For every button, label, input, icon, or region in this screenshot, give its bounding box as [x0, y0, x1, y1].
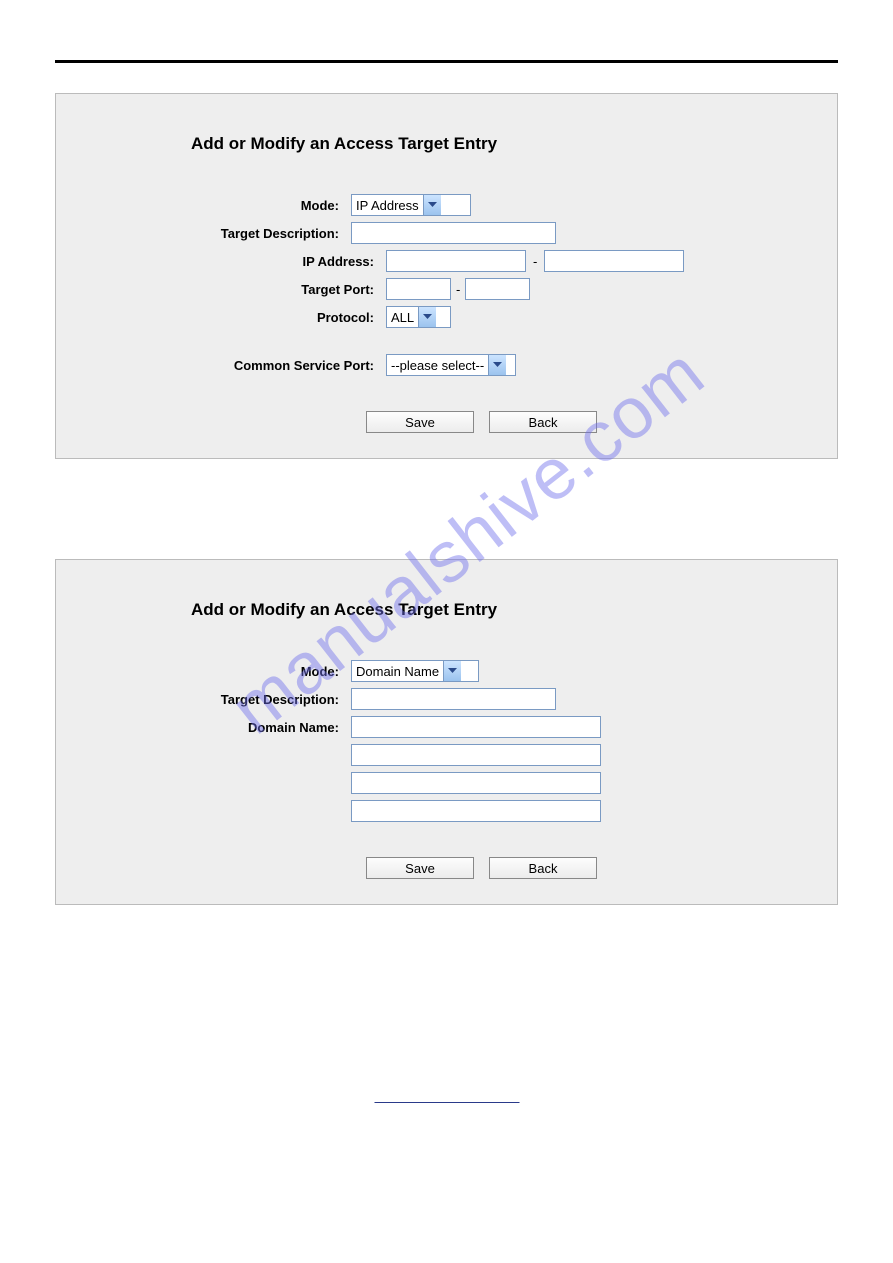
row-target-description: Target Description: — [86, 688, 807, 710]
chevron-down-icon — [443, 661, 461, 681]
mode-select-value: IP Address — [356, 198, 423, 213]
ip-address-label: IP Address: — [86, 254, 386, 269]
row-domain-name: Domain Name: — [86, 716, 807, 738]
mode-label: Mode: — [86, 198, 351, 213]
common-service-port-label: Common Service Port: — [86, 358, 386, 373]
target-description-input[interactable] — [351, 688, 556, 710]
button-row: Save Back — [366, 857, 807, 879]
protocol-label: Protocol: — [86, 310, 386, 325]
row-common-service-port: Common Service Port: --please select-- — [86, 354, 807, 376]
domain-name-input-2[interactable] — [351, 744, 601, 766]
target-description-label: Target Description: — [86, 692, 351, 707]
ip-address-to-input[interactable] — [544, 250, 684, 272]
target-port-from-input[interactable] — [386, 278, 451, 300]
domain-name-input-1[interactable] — [351, 716, 601, 738]
top-rule — [55, 60, 838, 63]
protocol-select-value: ALL — [391, 310, 418, 325]
panel-title: Add or Modify an Access Target Entry — [191, 134, 807, 154]
row-mode: Mode: IP Address — [86, 194, 807, 216]
port-dash: - — [455, 282, 461, 297]
common-service-port-value: --please select-- — [391, 358, 488, 373]
row-domain-name-3 — [86, 772, 807, 794]
row-protocol: Protocol: ALL — [86, 306, 807, 328]
footer-underline — [374, 1102, 519, 1103]
domain-name-input-3[interactable] — [351, 772, 601, 794]
target-port-to-input[interactable] — [465, 278, 530, 300]
mode-label: Mode: — [86, 664, 351, 679]
save-button[interactable]: Save — [366, 857, 474, 879]
back-button[interactable]: Back — [489, 857, 597, 879]
panel-ip-address: Add or Modify an Access Target Entry Mod… — [55, 93, 838, 459]
mode-select[interactable]: IP Address — [351, 194, 471, 216]
row-target-description: Target Description: — [86, 222, 807, 244]
row-target-port: Target Port: - — [86, 278, 807, 300]
target-description-label: Target Description: — [86, 226, 351, 241]
domain-name-input-4[interactable] — [351, 800, 601, 822]
domain-name-label: Domain Name: — [86, 720, 351, 735]
panel-title: Add or Modify an Access Target Entry — [191, 600, 807, 620]
ip-address-from-input[interactable] — [386, 250, 526, 272]
back-button[interactable]: Back — [489, 411, 597, 433]
mode-select[interactable]: Domain Name — [351, 660, 479, 682]
target-port-label: Target Port: — [86, 282, 386, 297]
save-button[interactable]: Save — [366, 411, 474, 433]
row-domain-name-4 — [86, 800, 807, 822]
common-service-port-select[interactable]: --please select-- — [386, 354, 516, 376]
chevron-down-icon — [423, 195, 441, 215]
row-ip-address: IP Address: - — [86, 250, 807, 272]
row-mode: Mode: Domain Name — [86, 660, 807, 682]
button-row: Save Back — [366, 411, 807, 433]
chevron-down-icon — [418, 307, 436, 327]
protocol-select[interactable]: ALL — [386, 306, 451, 328]
ip-dash: - — [530, 254, 540, 269]
row-domain-name-2 — [86, 744, 807, 766]
chevron-down-icon — [488, 355, 506, 375]
mode-select-value: Domain Name — [356, 664, 443, 679]
target-description-input[interactable] — [351, 222, 556, 244]
panel-domain-name: Add or Modify an Access Target Entry Mod… — [55, 559, 838, 905]
